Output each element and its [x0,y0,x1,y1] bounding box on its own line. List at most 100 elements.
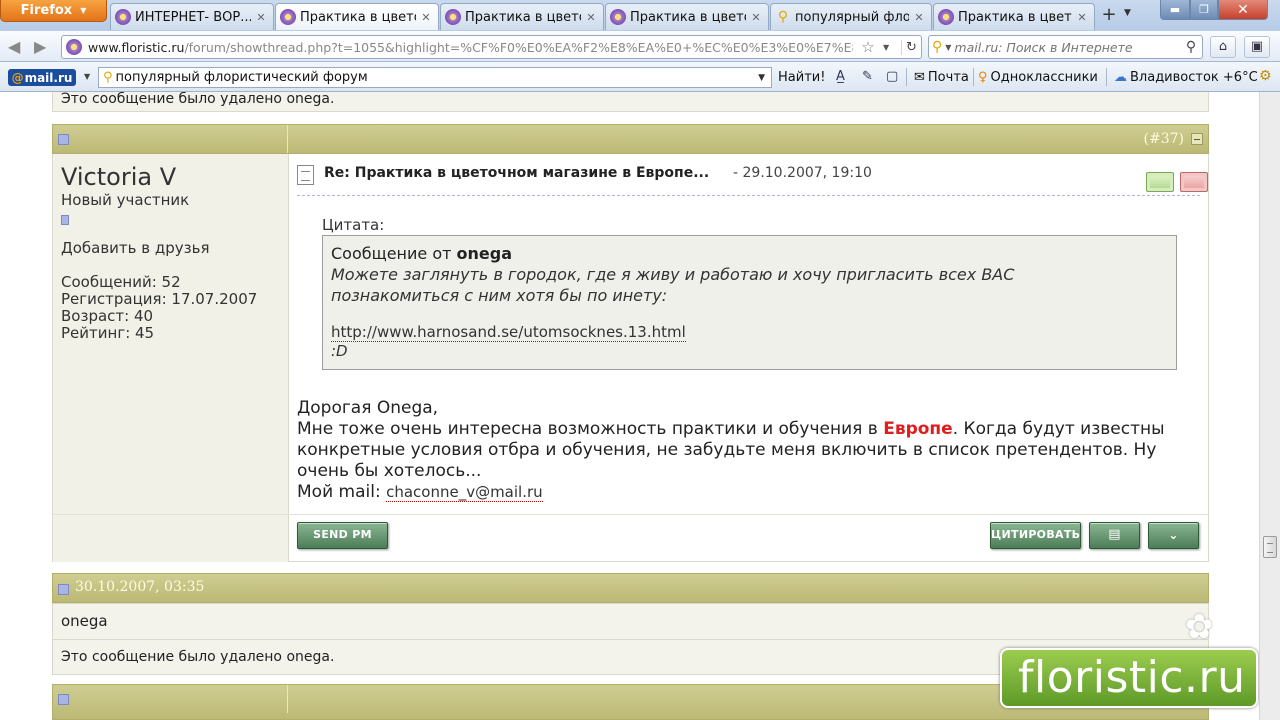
mailru-logo-text: mail.ru [24,70,73,85]
browser-tab[interactable]: Практика в цвето... ✕ [933,3,1095,30]
quote-label: Цитата: [322,216,385,234]
browser-tab[interactable]: ⚲ популярный фло... ✕ [770,3,932,30]
add-friend-link[interactable]: Добавить в друзья [61,239,280,257]
browser-tab-active[interactable]: Практика в цвето... ✕ [275,3,439,30]
browser-tab[interactable]: Практика в цвето... ✕ [605,3,769,30]
post-header: (#37) [52,124,1209,154]
post-body: Victoria V Новый участник Добавить в дру… [52,154,1209,562]
odnoklassniki-link[interactable]: ♀ Одноклассники [978,70,1098,85]
mailru-search-input[interactable] [115,70,756,85]
highlight-pen-icon[interactable]: ✎ [862,69,873,84]
browser-tab[interactable]: Практика в цвето... ✕ [440,3,604,30]
email-link[interactable]: chaconne_v@mail.ru [386,483,543,502]
browser-tab[interactable]: ИНТЕРНЕТ- ВОР... ✕ [110,3,274,30]
gear-icon[interactable]: ⚙ [1259,68,1272,84]
url-text[interactable]: www.floristic.ru/forum/showthread.php?t=… [88,40,853,55]
collapse-icon[interactable] [1191,133,1203,145]
deleted-message-notice: Это сообщение было удалено onega. [52,92,1209,112]
user-stat-registered: Регистрация: 17.07.2007 [61,290,258,308]
odnoklassniki-label: Одноклассники [990,70,1098,85]
mailru-search-box[interactable]: ⚲ ▼ [98,67,772,88]
search-engine-icon: ⚲ [103,70,113,85]
reload-icon[interactable]: ↻ [901,39,921,55]
multiquote-button[interactable]: ▤ [1089,522,1140,549]
firefox-menu-button[interactable]: Firefox ▼ [0,0,107,22]
user-stat-rating: Рейтинг: 45 [61,324,155,342]
firefox-menu-label: Firefox [20,3,73,18]
user-info-panel: Victoria V Новый участник Добавить в дру… [53,154,289,562]
warn-post-button[interactable] [1180,172,1208,192]
post-date: 30.10.2007, 03:35 [75,579,205,595]
quote-smiley: :D [331,342,348,360]
floristic-favicon-icon [445,9,461,25]
mail-link[interactable]: ✉ Почта [914,70,969,85]
tab-title: Практика в цвето... [630,9,746,25]
daisy-flower-icon: ✿ [1185,607,1214,647]
close-window-icon[interactable]: ✕ [1218,0,1268,20]
close-icon[interactable]: ✕ [750,11,762,24]
minimize-icon[interactable]: ▬ [1160,0,1190,20]
chevron-down-icon[interactable]: ▼ [1124,8,1131,18]
quote-line: познакомиться с ним хотя бы по инету: [331,286,668,305]
deleted-post-author: onega [52,603,1209,640]
vertical-scrollbar[interactable] [1259,92,1280,720]
floristic-favicon-icon [610,9,626,25]
user-stats: Сообщений: 52 Регистрация: 17.07.2007 Во… [61,274,280,342]
user-rank: Новый участник [61,191,190,209]
close-icon[interactable]: ✕ [255,11,267,24]
scrollbar-thumb[interactable] [1263,536,1277,558]
chevron-down-icon[interactable]: ▼ [758,73,771,83]
cloud-icon: ☁ [1114,70,1127,85]
quote-box: Сообщение от onega Можете заглянуть в го… [322,235,1177,370]
close-icon[interactable]: ✕ [913,11,925,24]
search-favicon-icon: ⚲ [777,9,789,25]
back-arrow-icon[interactable]: ◀ [8,37,20,56]
message-area: Re: Практика в цветочном магазине в Евро… [289,154,1208,514]
report-post-button[interactable] [1146,172,1174,192]
highlighted-search-term: Европе [883,419,953,439]
chevron-down-icon[interactable]: ▼ [945,43,951,52]
quote-button[interactable]: ЦИТИРОВАТЬ [990,522,1081,549]
quote-author-name: onega [456,244,513,263]
page-content: Это сообщение было удалено onega. (#37) … [0,92,1259,720]
floristic-logo[interactable]: ✿ floristic.ru [1000,607,1258,720]
mailru-logo[interactable]: @ mail.ru [8,69,76,86]
forward-arrow-icon[interactable]: ▶ [34,37,46,56]
tab-title: Практика в цвето... [300,9,416,25]
addon-bar-icon[interactable]: ▣ [1244,36,1270,58]
document-icon [297,165,314,185]
close-icon[interactable]: ✕ [585,11,597,24]
more-options-button[interactable]: ⌄ [1148,522,1199,549]
deleted-post-author-name[interactable]: onega [61,612,108,630]
message-text-part: Мне тоже очень интересна возможность пра… [297,419,878,439]
new-tab-button[interactable]: + [1097,5,1121,27]
bookmark-star-icon[interactable]: ☆ [859,38,877,56]
chevron-down-icon[interactable]: ▼ [84,72,90,81]
quote-url-link[interactable]: http://www.harnosand.se/utomsocknes.13.h… [331,324,686,342]
weather-link[interactable]: ☁ Владивосток +6°C [1114,70,1258,85]
message-text: Дорогая Onega, Мне тоже очень интересна … [297,398,1202,503]
deleted-notice-text: Это сообщение было удалено onega. [61,92,335,107]
quote-line: Можете заглянуть в городок, где я живу и… [331,265,1015,284]
translate-icon[interactable]: A̲ [836,69,845,84]
send-pm-button[interactable]: SEND PM [297,522,388,549]
screenshot-icon[interactable]: ▢ [886,69,898,84]
maximize-icon[interactable]: ❐ [1190,0,1218,20]
post-status-icon [58,134,69,145]
home-icon[interactable]: ⌂ [1210,36,1236,58]
floristic-favicon-icon [938,9,954,25]
find-button[interactable]: Найти! [778,70,825,85]
close-icon[interactable]: ✕ [420,11,432,24]
chevron-down-icon[interactable]: ▼ [883,43,895,52]
post-author-name[interactable]: Victoria V [61,164,280,190]
web-search-input[interactable] [954,39,1177,55]
post-status-icon [58,584,69,595]
header-divider [287,125,288,153]
address-bar[interactable]: www.floristic.ru/forum/showthread.php?t=… [61,35,922,59]
post-number-link[interactable]: (#37) [1144,131,1184,147]
search-engine-icon[interactable]: ⚲ [932,39,942,55]
web-search-box[interactable]: ⚲ ▼ ⚲ [928,35,1203,59]
search-icon[interactable]: ⚲ [1180,39,1202,55]
tab-title: популярный фло... [795,9,909,25]
close-icon[interactable]: ✕ [1076,11,1088,24]
